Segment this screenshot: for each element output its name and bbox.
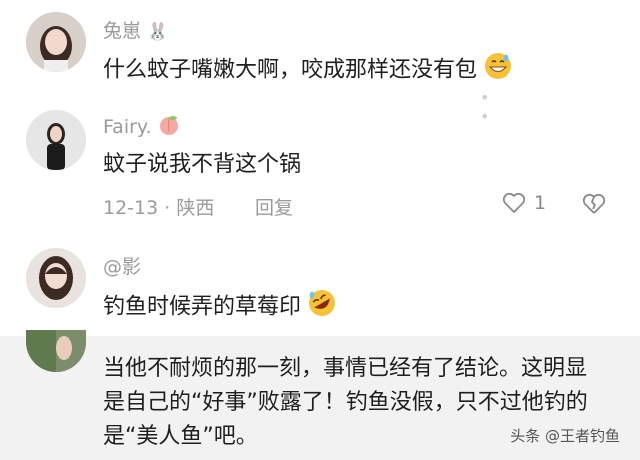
dislike-button[interactable] [582,193,606,219]
avatar-image [26,110,86,170]
avatar-image [26,12,86,72]
avatar-image [26,248,86,308]
broken-heart-icon [582,193,606,214]
heart-icon [502,192,526,213]
username[interactable]: Fairy. [103,114,180,141]
rofl-emoji [308,289,336,326]
comment-text: 蚊子说我不背这个锅 [103,152,302,177]
meta-separator: · [164,197,171,219]
avatar[interactable] [26,110,86,170]
comment-meta: 12-13 · 陕西 [103,193,214,220]
username[interactable]: 兔崽 🐰 [103,16,168,43]
rabbit-emoji: 🐰 [147,21,169,42]
peach-emoji [158,114,180,141]
comment-text: 钓鱼时候弄的草莓印 [103,289,336,326]
like-button[interactable]: 1 [502,192,546,214]
reply-button[interactable]: 回复 [255,193,293,220]
avatar-image [26,330,86,372]
avatar[interactable] [26,248,86,308]
like-count: 1 [534,192,547,214]
grin-sweat-emoji [484,52,512,89]
divider-dots: • • [480,88,550,126]
comment-date: 12-13 [103,197,159,219]
avatar[interactable] [26,12,86,72]
avatar[interactable] [26,330,86,372]
comment-text: 什么蚊子嘴嫩大啊，咬成那样还没有包 [103,52,512,89]
username[interactable]: @影 [103,252,141,279]
watermark: 头条 @王者钓鱼 [510,427,620,445]
comment-location: 陕西 [176,197,215,219]
highlighted-comment: 当他不耐烦的那一刻，事情已经有了结论。这明显是自己的“好事”败露了！钓鱼没假，只… [0,330,640,460]
